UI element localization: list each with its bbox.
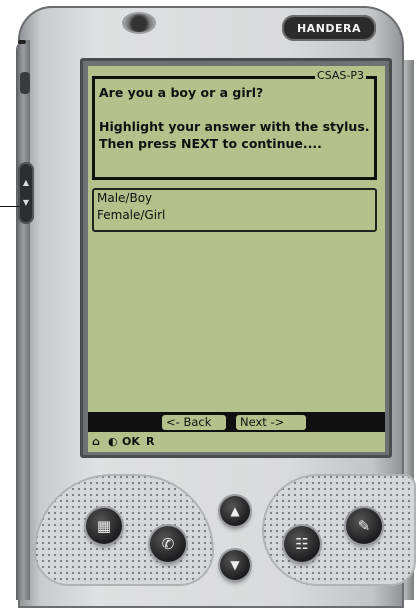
back-button[interactable]: <- Back [162, 415, 226, 430]
answer-option-female[interactable]: Female/Girl [94, 207, 375, 224]
lcd-screen: CSAS-P3 Are you a boy or a girl? Highlig… [88, 66, 385, 452]
rocker-up-icon: ▲ [22, 178, 30, 187]
earpiece-speaker [124, 14, 154, 32]
phone-icon[interactable]: ✆ [150, 526, 186, 562]
device-left-edge [16, 40, 30, 600]
form-id-label: CSAS-P3 [315, 69, 366, 82]
question-text: Are you a boy or a girl? Highlight your … [99, 85, 370, 151]
contrast-icon[interactable]: ◐ [108, 434, 118, 450]
side-button[interactable] [20, 72, 30, 94]
status-bar: ⌂ ◐ OK R [88, 434, 385, 450]
todo-list-icon[interactable]: ☷ [284, 526, 320, 562]
home-icon[interactable]: ⌂ [92, 434, 100, 450]
scroll-up-icon[interactable]: ▲ [220, 496, 250, 526]
scroll-down-icon[interactable]: ▼ [220, 550, 250, 580]
date-book-icon[interactable]: ▦ [86, 508, 122, 544]
speaker-grille-right [262, 474, 416, 586]
ok-indicator[interactable]: OK [122, 434, 140, 450]
jog-rocker[interactable]: ▲ ▼ [18, 162, 34, 224]
nav-bar: <- Back Next -> [88, 412, 385, 432]
question-panel: CSAS-P3 Are you a boy or a girl? Highlig… [92, 69, 377, 180]
memo-pad-icon[interactable]: ✎ [346, 508, 382, 544]
brand-logo: HANDERA [282, 15, 376, 41]
power-led [18, 40, 26, 44]
next-button[interactable]: Next -> [236, 415, 306, 430]
r-indicator[interactable]: R [146, 434, 154, 450]
answer-option-male[interactable]: Male/Boy [94, 190, 375, 207]
stylus-pointer [0, 206, 20, 207]
answer-list: Male/Boy Female/Girl [92, 188, 377, 232]
rocker-down-icon: ▼ [22, 198, 30, 207]
